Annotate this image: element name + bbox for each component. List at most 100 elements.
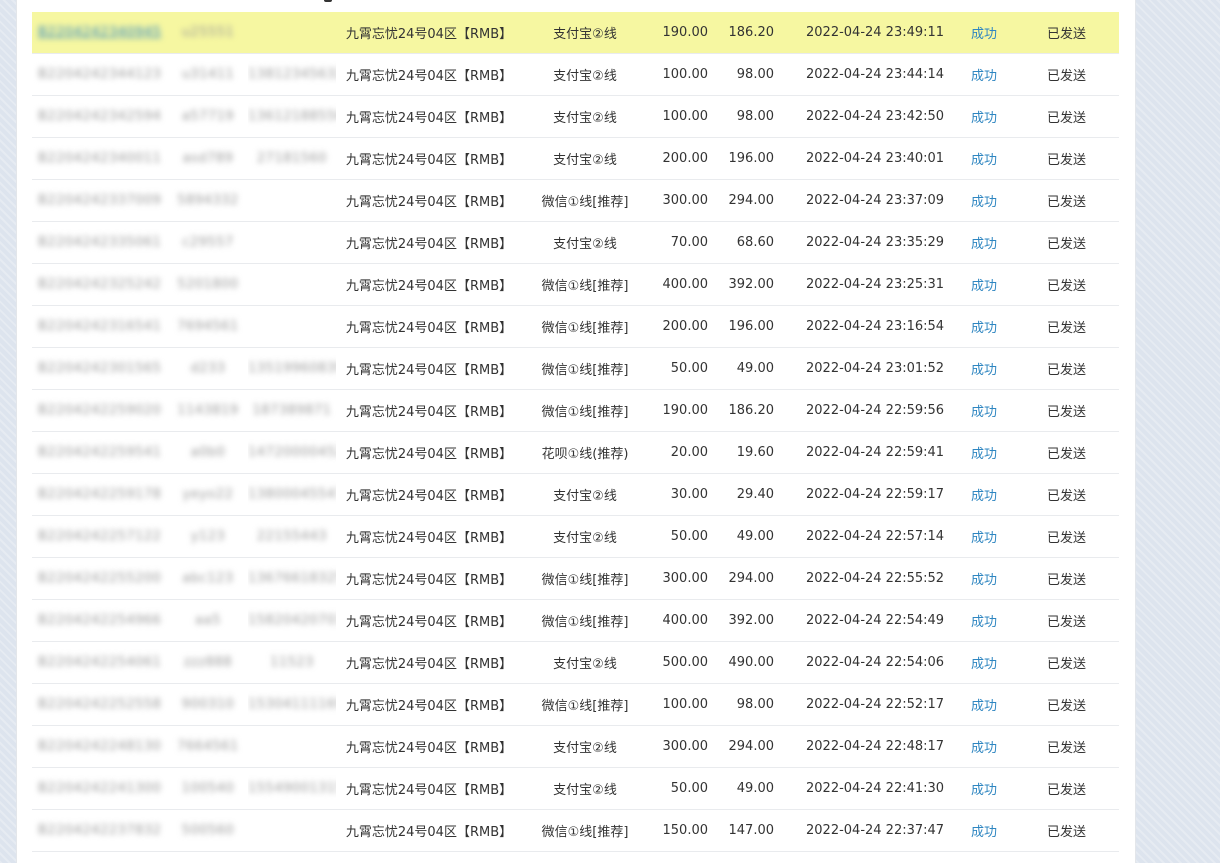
order-id-text: B2204242342594 [38,109,162,124]
received-amount-cell: 392.00 [708,599,774,642]
order-id-text: B2204242301565 [38,361,162,376]
status-text[interactable]: 成功 [971,27,997,42]
server-text: 九霄忘忧24号04区【RMB】 [345,279,513,294]
status-text[interactable]: 成功 [971,573,997,588]
username-cell: 7664561 [168,725,248,768]
phone-cell [248,12,336,54]
payment-channel-text: 微信①线[推荐] [541,573,629,588]
received-amount-text: 294.00 [728,193,775,208]
server-cell: 九霄忘忧24号04区【RMB】 [336,641,522,684]
order-time-text: 2022-04-24 22:59:56 [806,403,945,418]
order-id-cell: B2204242342594 [32,95,168,138]
order-time-text: 2022-04-24 22:48:17 [806,739,945,754]
order-id-text: B2204242316541 [38,319,162,334]
server-cell: 九霄忘忧24号04区【RMB】 [336,305,522,348]
username-cell: yeyo22 [168,473,248,516]
amount-cell: 50.00 [648,767,708,810]
order-time-cell: 2022-04-24 23:40:01 [774,137,954,180]
status-text[interactable]: 成功 [971,489,997,504]
amount-text: 300.00 [662,571,709,586]
order-id-cell: B2204242340945 [32,12,168,54]
table-row: B2204242340945 u25551 九霄忘忧24号04区【RMB】 支付宝②线… [32,12,1119,54]
order-id-cell: B2204242344123 [32,53,168,96]
send-status-text: 已发送 [1046,489,1086,504]
amount-cell: 100.00 [648,95,708,138]
send-status-text: 已发送 [1046,657,1086,672]
username-cell: 7694561 [168,305,248,348]
status-text[interactable]: 成功 [971,447,997,462]
payment-channel-text: 支付宝②线 [553,489,617,504]
status-text[interactable]: 成功 [971,741,997,756]
status-text[interactable]: 成功 [971,825,997,840]
order-time-cell: 2022-04-24 22:59:41 [774,431,954,474]
phone-cell [248,725,336,768]
amount-text: 300.00 [662,739,709,754]
server-text: 九霄忘忧24号04区【RMB】 [345,27,513,42]
order-time-text: 2022-04-24 22:55:52 [806,571,945,586]
order-time-cell: 2022-04-24 23:44:14 [774,53,954,96]
table-row: B2204242252558 900310 15304111169 九霄忘忧24号04… [32,683,1119,726]
send-status-cell: 已发送 [1014,473,1119,516]
phone-cell: 22155443 [248,515,336,558]
status-text[interactable]: 成功 [971,279,997,294]
username-text: zzz888 [183,655,233,670]
received-amount-text: 186.20 [728,403,775,418]
server-cell: 九霄忘忧24号04区【RMB】 [336,683,522,726]
server-cell: 九霄忘忧24号04区【RMB】 [336,599,522,642]
server-text: 九霄忘忧24号04区【RMB】 [345,321,513,336]
order-id-cell: B2204242241300 [32,767,168,810]
received-amount-cell: 49.00 [708,515,774,558]
status-text[interactable]: 成功 [971,237,997,252]
order-time-text: 2022-04-24 23:01:52 [806,361,945,376]
order-id-cell: B2204242337009 [32,179,168,222]
username-text: 7664561 [177,739,239,754]
status-text[interactable]: 成功 [971,699,997,714]
send-status-cell: 已发送 [1014,305,1119,348]
server-cell: 九霄忘忧24号04区【RMB】 [336,347,522,390]
order-id-cell: B2204242316541 [32,305,168,348]
phone-cell: 13812345632 [248,53,336,96]
status-text[interactable]: 成功 [971,321,997,336]
received-amount-text: 98.00 [736,697,774,712]
server-cell: 九霄忘忧24号04区【RMB】 [336,221,522,264]
send-status-text: 已发送 [1046,363,1086,378]
phone-text: 11523 [270,655,314,670]
username-cell: asd789 [168,137,248,180]
username-text: aa5 [195,613,221,628]
status-text[interactable]: 成功 [971,783,997,798]
orders-table-body: B2204242340945 u25551 九霄忘忧24号04区【RMB】 支付宝②线… [32,12,1119,852]
payment-channel-cell: 支付宝②线 [522,53,648,96]
payment-channel-cell: 微信①线[推荐] [522,599,648,642]
order-id-cell: B2204242252558 [32,683,168,726]
table-row: B2204242340011 asd789 27181560 九霄忘忧24号04区【R… [32,137,1119,180]
status-text[interactable]: 成功 [971,405,997,420]
order-time-cell: 2022-04-24 22:59:17 [774,473,954,516]
send-status-text: 已发送 [1046,531,1086,546]
order-id-text: B2204242344123 [38,67,162,82]
payment-channel-cell: 微信①线[推荐] [522,389,648,432]
server-cell: 九霄忘忧24号04区【RMB】 [336,557,522,600]
status-cell: 成功 [954,431,1014,474]
server-text: 九霄忘忧24号04区【RMB】 [345,447,513,462]
server-cell: 九霄忘忧24号04区【RMB】 [336,473,522,516]
status-text[interactable]: 成功 [971,531,997,546]
status-text[interactable]: 成功 [971,111,997,126]
order-time-text: 2022-04-24 22:37:47 [806,823,945,838]
order-id-cell: B2204242248130 [32,725,168,768]
received-amount-cell: 196.00 [708,305,774,348]
status-text[interactable]: 成功 [971,615,997,630]
payment-channel-text: 微信①线[推荐] [541,825,629,840]
status-text[interactable]: 成功 [971,657,997,672]
order-id-text[interactable]: B2204242340945 [38,25,161,40]
amount-cell: 190.00 [648,389,708,432]
status-text[interactable]: 成功 [971,195,997,210]
status-text[interactable]: 成功 [971,69,997,84]
status-text[interactable]: 成功 [971,153,997,168]
status-text[interactable]: 成功 [971,363,997,378]
server-cell: 九霄忘忧24号04区【RMB】 [336,725,522,768]
table-row: B2204242259178 yeyo22 13800045547 九霄忘忧24号04… [32,473,1119,516]
username-cell: 900310 [168,683,248,726]
order-id-cell: B2204242255200 [32,557,168,600]
status-cell: 成功 [954,515,1014,558]
order-id-text: B2204242254966 [38,613,162,628]
